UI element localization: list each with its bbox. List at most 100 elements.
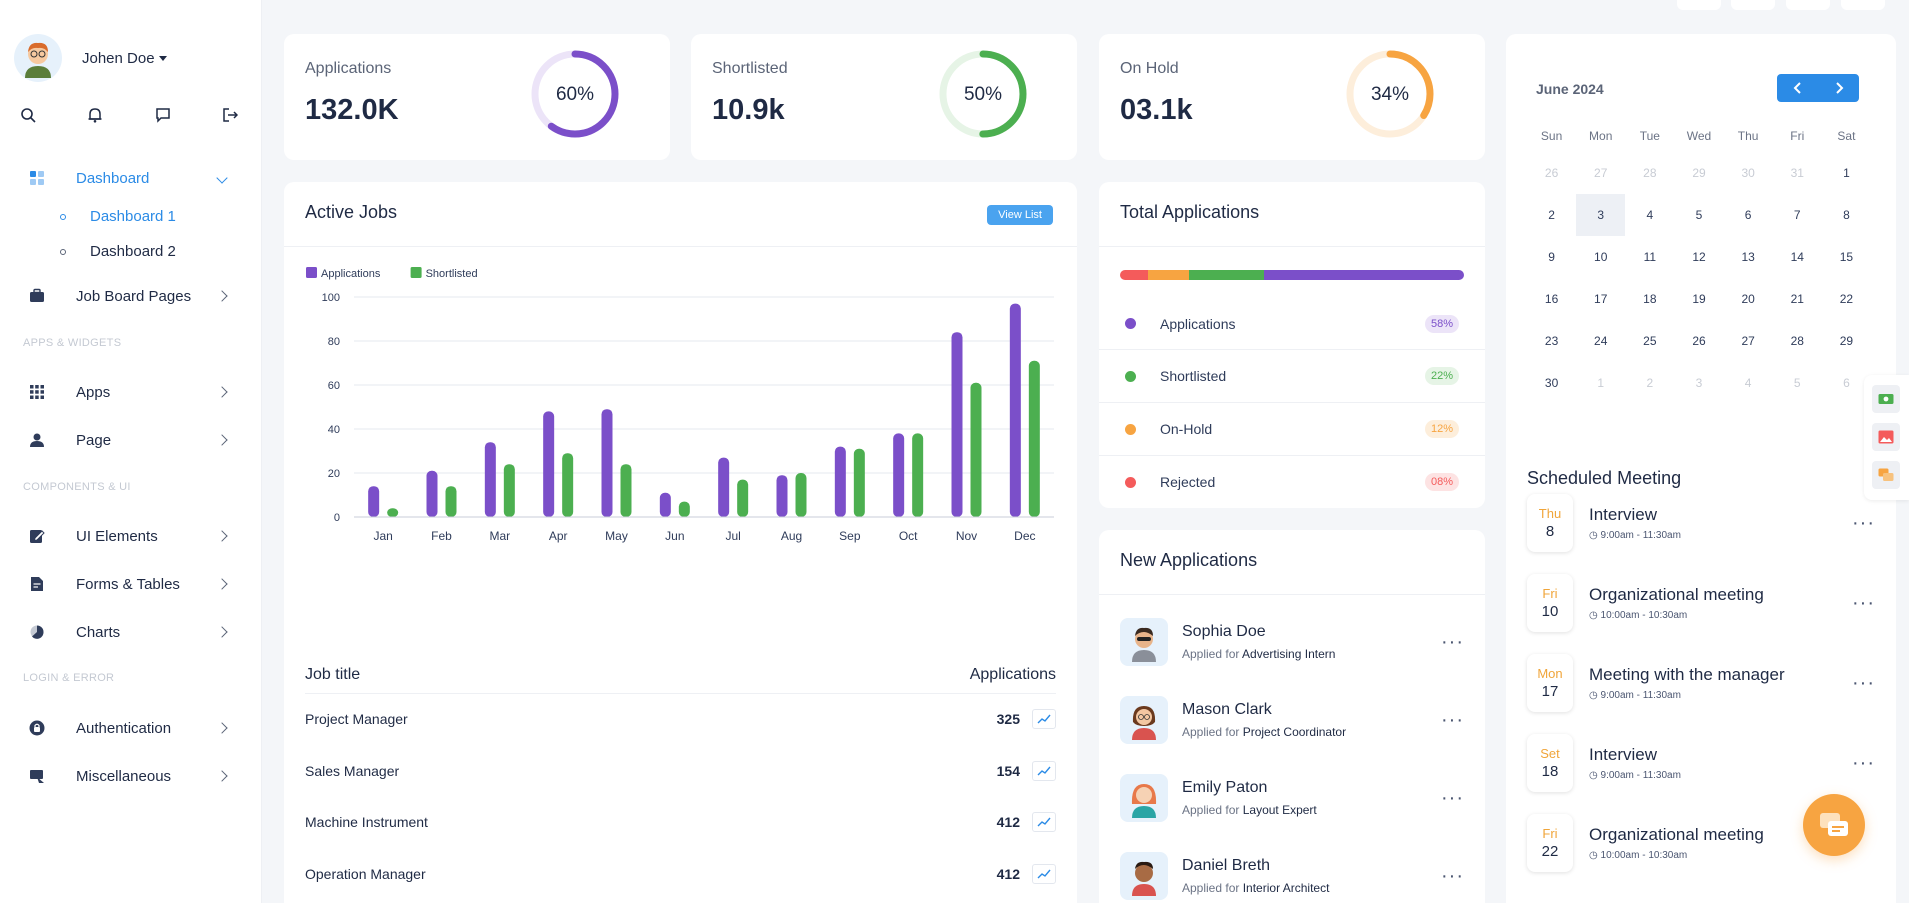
trend-chart-icon[interactable]: [1032, 864, 1056, 884]
table-row[interactable]: Sales Manager 154: [305, 761, 1056, 781]
header-button-3[interactable]: [1786, 0, 1830, 10]
progress-ring: 50%: [939, 50, 1027, 138]
floating-chat-button[interactable]: [1803, 794, 1865, 856]
sidebar-subitem-dashboard-2[interactable]: Dashboard 2: [60, 243, 176, 260]
calendar-day[interactable]: 4: [1724, 362, 1773, 404]
user-profile[interactable]: Johen Doe: [14, 34, 167, 82]
header-button-2[interactable]: [1731, 0, 1775, 10]
meeting-item[interactable]: Thu 8 Interview ◷ 9:00am - 11:30am ···: [1527, 494, 1875, 552]
card-title: New Applications: [1120, 550, 1258, 570]
user-avatar[interactable]: [14, 34, 62, 82]
view-list-button[interactable]: View List: [987, 205, 1053, 225]
chat-icon[interactable]: [153, 105, 173, 125]
table-row[interactable]: Machine Instrument 412: [305, 812, 1056, 832]
calendar-day[interactable]: 28: [1625, 152, 1674, 194]
calendar-day[interactable]: 23: [1527, 320, 1576, 362]
calendar-day[interactable]: 26: [1527, 152, 1576, 194]
more-options-icon[interactable]: ···: [1441, 632, 1464, 652]
sidebar-item-apps[interactable]: Apps: [26, 379, 230, 405]
image-icon[interactable]: [1872, 423, 1900, 451]
calendar-day[interactable]: 29: [1822, 320, 1871, 362]
more-options-icon[interactable]: ···: [1852, 513, 1875, 533]
calendar-day[interactable]: 25: [1625, 320, 1674, 362]
applicant-role-value: Layout Expert: [1242, 803, 1317, 817]
calendar-day[interactable]: 18: [1625, 278, 1674, 320]
more-options-icon[interactable]: ···: [1852, 673, 1875, 693]
calendar-day[interactable]: 4: [1625, 194, 1674, 236]
table-row[interactable]: Project Manager 325: [305, 709, 1056, 729]
applicant-item[interactable]: Daniel Breth Applied for Interior Archit…: [1120, 848, 1464, 903]
sidebar-subitem-dashboard-1[interactable]: Dashboard 1: [60, 208, 176, 225]
trend-chart-icon[interactable]: [1032, 761, 1056, 781]
calendar-day[interactable]: 30: [1527, 362, 1576, 404]
user-name[interactable]: Johen Doe: [82, 50, 167, 67]
sidebar-item-page[interactable]: Page: [26, 427, 230, 453]
logout-icon[interactable]: [220, 105, 240, 125]
header-button-1[interactable]: [1677, 0, 1721, 10]
calendar-day[interactable]: 30: [1724, 152, 1773, 194]
calendar-day[interactable]: 27: [1576, 152, 1625, 194]
calendar-day[interactable]: 7: [1773, 194, 1822, 236]
applicant-item[interactable]: Sophia Doe Applied for Advertising Inter…: [1120, 614, 1464, 670]
calendar-day[interactable]: 20: [1724, 278, 1773, 320]
calendar-day[interactable]: 13: [1724, 236, 1773, 278]
calendar-day[interactable]: 11: [1625, 236, 1674, 278]
calendar-day[interactable]: 29: [1674, 152, 1723, 194]
calendar-day[interactable]: 12: [1674, 236, 1723, 278]
scheduled-meeting-title: Scheduled Meeting: [1527, 468, 1682, 488]
trend-chart-icon[interactable]: [1032, 812, 1056, 832]
calendar-day[interactable]: 6: [1724, 194, 1773, 236]
sidebar-item-forms-tables[interactable]: Forms & Tables: [26, 571, 230, 597]
calendar-day[interactable]: 26: [1674, 320, 1723, 362]
trend-chart-icon[interactable]: [1032, 709, 1056, 729]
more-options-icon[interactable]: ···: [1441, 710, 1464, 730]
applicant-item[interactable]: Emily Paton Applied for Layout Expert ··…: [1120, 770, 1464, 826]
calendar-day[interactable]: 21: [1773, 278, 1822, 320]
calendar-day[interactable]: 8: [1822, 194, 1871, 236]
calendar-day[interactable]: 10: [1576, 236, 1625, 278]
calendar-day[interactable]: 24: [1576, 320, 1625, 362]
sidebar-item-ui-elements[interactable]: UI Elements: [26, 523, 230, 549]
calendar-day[interactable]: 27: [1724, 320, 1773, 362]
more-options-icon[interactable]: ···: [1441, 866, 1464, 886]
meeting-item[interactable]: Set 18 Interview ◷ 9:00am - 11:30am ···: [1527, 734, 1875, 792]
calendar-day[interactable]: 14: [1773, 236, 1822, 278]
header-button-4[interactable]: [1841, 0, 1885, 10]
more-options-icon[interactable]: ···: [1852, 593, 1875, 613]
meeting-title: Interview: [1589, 505, 1658, 524]
cash-icon[interactable]: [1872, 385, 1900, 413]
calendar-day[interactable]: 22: [1822, 278, 1871, 320]
meeting-item[interactable]: Mon 17 Meeting with the manager ◷ 9:00am…: [1527, 654, 1875, 712]
calendar-day[interactable]: 16: [1527, 278, 1576, 320]
calendar-day[interactable]: 15: [1822, 236, 1871, 278]
calendar-prev-button[interactable]: [1777, 74, 1818, 102]
chat-bubbles-icon[interactable]: [1872, 461, 1900, 489]
calendar-day[interactable]: 5: [1773, 362, 1822, 404]
calendar-day[interactable]: 9: [1527, 236, 1576, 278]
more-options-icon[interactable]: ···: [1852, 753, 1875, 773]
calendar-day[interactable]: 5: [1674, 194, 1723, 236]
sidebar-item-job-board[interactable]: Job Board Pages: [26, 283, 230, 309]
calendar-day[interactable]: 31: [1773, 152, 1822, 194]
meeting-date: 22: [1541, 843, 1559, 860]
calendar-day[interactable]: 3: [1674, 362, 1723, 404]
sidebar-item-dashboard[interactable]: Dashboard: [26, 165, 230, 191]
calendar-day[interactable]: 1: [1576, 362, 1625, 404]
sidebar-item-charts[interactable]: Charts: [26, 619, 230, 645]
calendar-day[interactable]: 2: [1527, 194, 1576, 236]
calendar-day[interactable]: 17: [1576, 278, 1625, 320]
calendar-day[interactable]: 28: [1773, 320, 1822, 362]
applicant-item[interactable]: Mason Clark Applied for Project Coordina…: [1120, 692, 1464, 748]
search-icon[interactable]: [18, 105, 38, 125]
calendar-day[interactable]: 19: [1674, 278, 1723, 320]
calendar-day[interactable]: 2: [1625, 362, 1674, 404]
table-row[interactable]: Operation Manager 412: [305, 864, 1056, 884]
more-options-icon[interactable]: ···: [1441, 788, 1464, 808]
sidebar-item-miscellaneous[interactable]: Miscellaneous: [26, 763, 230, 789]
sidebar-item-authentication[interactable]: Authentication: [26, 715, 230, 741]
meeting-item[interactable]: Fri 10 Organizational meeting ◷ 10:00am …: [1527, 574, 1875, 632]
calendar-next-button[interactable]: [1818, 74, 1859, 102]
calendar-day[interactable]: 1: [1822, 152, 1871, 194]
calendar-day-selected[interactable]: 3: [1576, 194, 1626, 236]
bell-icon[interactable]: [85, 105, 105, 125]
